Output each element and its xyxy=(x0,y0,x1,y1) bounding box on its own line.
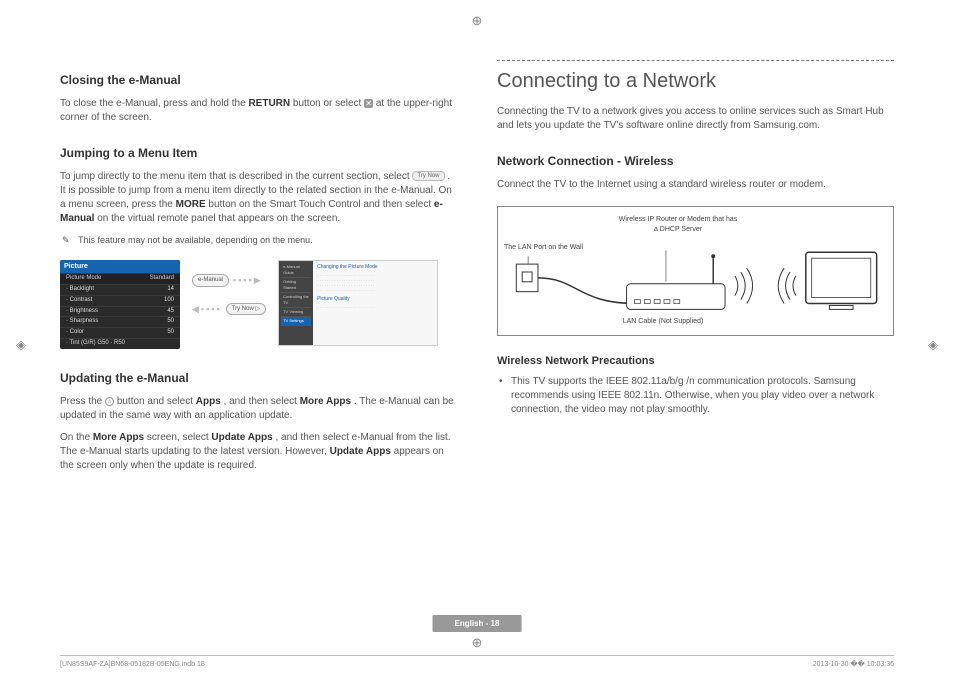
crop-mark-top: ⊕ xyxy=(470,14,484,28)
apps-label: Apps xyxy=(196,396,221,407)
heading-connecting: Connecting to a Network xyxy=(497,60,894,95)
crop-mark-left: ◈ xyxy=(14,338,28,352)
emanual-preview: e-Manual Guide Getting Started Controlli… xyxy=(278,260,438,346)
jumping-note: This feature may not be available, depen… xyxy=(60,234,457,247)
more-apps-label: More Apps xyxy=(93,432,144,443)
print-file: [UN85S9AF-ZA]BN68-05182B-05ENG.indb 18 xyxy=(60,660,205,670)
try-now-pill: Try Now ▷ xyxy=(226,303,266,315)
text: To close the e-Manual, press and hold th… xyxy=(60,98,248,109)
menu-row: · Tint (G/R) G50 · R50 xyxy=(60,338,180,349)
connecting-intro: Connecting the TV to a network gives you… xyxy=(497,105,894,133)
updating-paragraph-1: Press the ⌂ button and select Apps , and… xyxy=(60,395,457,423)
text: button and select xyxy=(117,396,196,407)
label-wall: The LAN Port on the Wall xyxy=(504,243,594,253)
menu-row: · Color50 xyxy=(60,327,180,338)
label-router: Wireless IP Router or Modem that has a D… xyxy=(618,215,738,235)
left-column: Closing the e-Manual To close the e-Manu… xyxy=(60,60,457,481)
text: button or select xyxy=(293,98,364,109)
picture-menu-title: Picture xyxy=(60,260,180,273)
label: Picture Mode xyxy=(66,275,101,283)
emanual-sidebar: e-Manual Guide Getting Started Controlli… xyxy=(279,261,313,345)
heading-jumping: Jumping to a Menu Item xyxy=(60,145,457,162)
arrow-segment: e-Manual ▪▪▪▪▶ ◀▪▪▪▪ Try Now ▷ xyxy=(192,260,266,315)
text: on the virtual remote panel that appears… xyxy=(97,213,340,224)
emanual-pill: e-Manual xyxy=(192,274,229,286)
page-body: Closing the e-Manual To close the e-Manu… xyxy=(0,0,954,531)
update-apps-label: Update Apps xyxy=(330,446,391,457)
label-cable: LAN Cable (Not Supplied) xyxy=(608,317,718,327)
precautions-list: This TV supports the IEEE 802.11a/b/g /n… xyxy=(497,375,894,417)
wireless-body: Connect the TV to the Internet using a s… xyxy=(497,178,894,192)
heading-updating: Updating the e-Manual xyxy=(60,370,457,387)
network-diagram: Wireless IP Router or Modem that has a D… xyxy=(497,206,894,336)
text: screen, select xyxy=(147,432,211,443)
right-column: Connecting to a Network Connecting the T… xyxy=(497,60,894,481)
return-button-label: RETURN xyxy=(248,98,290,109)
picture-mode-row: Picture Mode Standard xyxy=(60,273,180,284)
page-number-badge: English - 18 xyxy=(433,615,522,632)
more-button-label: MORE xyxy=(176,199,206,210)
dots-left-icon: ◀▪▪▪▪ xyxy=(192,303,222,316)
print-footer: [UN85S9AF-ZA]BN68-05182B-05ENG.indb 18 2… xyxy=(60,655,894,670)
menu-row: · Brightness45 xyxy=(60,306,180,317)
picture-menu-panel: Picture Picture Mode Standard · Backligh… xyxy=(60,260,180,349)
crop-mark-bottom: ⊕ xyxy=(470,636,484,650)
updating-paragraph-2: On the More Apps screen, select Update A… xyxy=(60,431,457,473)
dots-right-icon: ▪▪▪▪▶ xyxy=(233,274,263,287)
value: Standard xyxy=(150,275,174,283)
heading-precautions: Wireless Network Precautions xyxy=(497,354,894,369)
text: Press the xyxy=(60,396,105,407)
menu-row: · Contrast100 xyxy=(60,295,180,306)
more-apps-label: More Apps xyxy=(300,396,351,407)
text: , and then select xyxy=(224,396,300,407)
try-now-button: Try Now xyxy=(412,171,444,181)
text: button on the Smart Touch Control and th… xyxy=(208,199,434,210)
update-apps-label: Update Apps xyxy=(211,432,272,443)
text: On the xyxy=(60,432,93,443)
precaution-item: This TV supports the IEEE 802.11a/b/g /n… xyxy=(497,375,894,417)
crop-mark-right: ◈ xyxy=(926,338,940,352)
jumping-paragraph: To jump directly to the menu item that i… xyxy=(60,170,457,226)
heading-closing: Closing the e-Manual xyxy=(60,72,457,89)
close-icon: ✕ xyxy=(364,99,373,108)
menu-row: · Sharpness50 xyxy=(60,316,180,327)
emanual-main: Changing the Picture Mode · · · · · · · … xyxy=(313,261,437,345)
smart-hub-icon: ⌂ xyxy=(105,397,114,406)
text: To jump directly to the menu item that i… xyxy=(60,171,412,182)
heading-wireless: Network Connection - Wireless xyxy=(497,153,894,170)
closing-paragraph: To close the e-Manual, press and hold th… xyxy=(60,97,457,125)
jumping-figure: Picture Picture Mode Standard · Backligh… xyxy=(60,260,457,350)
menu-row: · Backlight14 xyxy=(60,284,180,295)
print-stamp: 2013-10-30 �� 10:03:36 xyxy=(813,660,894,670)
